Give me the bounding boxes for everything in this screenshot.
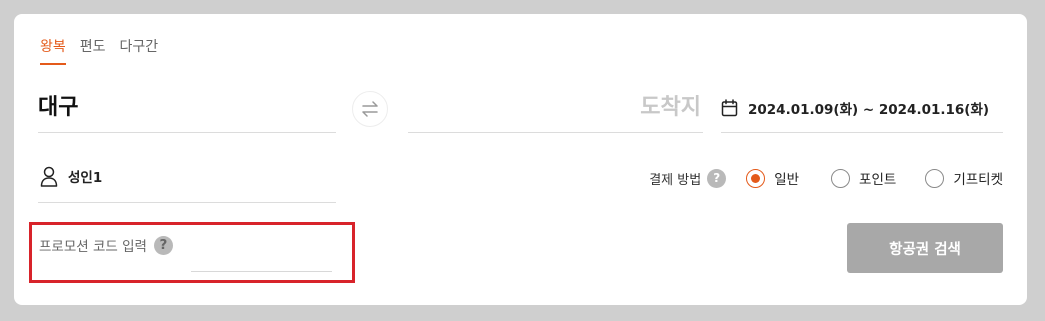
tab-multi-city[interactable]: 다구간 (120, 36, 159, 65)
payment-option-points[interactable]: 포인트 (831, 168, 896, 188)
payment-option-points-label: 포인트 (859, 172, 897, 188)
tab-one-way[interactable]: 편도 (80, 36, 106, 65)
travel-dates-value: 2024.01.09(화) ~ 2024.01.16(화) (748, 102, 990, 118)
promo-code-input[interactable] (191, 252, 332, 272)
passenger-selector[interactable]: 성인1 (38, 164, 336, 203)
destination-field[interactable]: 도착지 (408, 90, 703, 133)
payment-option-general[interactable]: 일반 (746, 168, 799, 188)
travel-dates-field[interactable]: 2024.01.09(화) ~ 2024.01.16(화) (721, 90, 1003, 133)
payment-method-group: 결제 방법 ? 일반 포인트 기프티켓 (649, 166, 1003, 190)
promo-code-label-group: 프로모션 코드 입력 ? (39, 235, 173, 255)
radio-points[interactable] (831, 168, 851, 188)
promo-code-label: 프로모션 코드 입력 (39, 239, 147, 255)
calendar-icon (721, 99, 738, 117)
trip-type-tabs: 왕복 편도 다구간 (40, 36, 158, 65)
person-icon (40, 166, 58, 187)
swap-arrows-icon (362, 101, 378, 117)
payment-option-giftticket[interactable]: 기프티켓 (925, 168, 1003, 188)
radio-giftticket[interactable] (925, 168, 945, 188)
origin-field[interactable]: 대구 (38, 90, 336, 133)
payment-option-general-label: 일반 (774, 172, 800, 188)
payment-option-giftticket-label: 기프티켓 (953, 172, 1003, 188)
swap-route-button[interactable] (352, 91, 388, 127)
radio-general[interactable] (746, 168, 766, 188)
payment-method-label: 결제 방법 (649, 172, 702, 188)
search-flights-button[interactable]: 항공권 검색 (847, 223, 1003, 273)
tab-round-trip[interactable]: 왕복 (40, 36, 66, 65)
promo-help-icon[interactable]: ? (153, 235, 173, 255)
passenger-count: 성인1 (68, 170, 103, 186)
payment-help-icon[interactable]: ? (707, 168, 727, 188)
